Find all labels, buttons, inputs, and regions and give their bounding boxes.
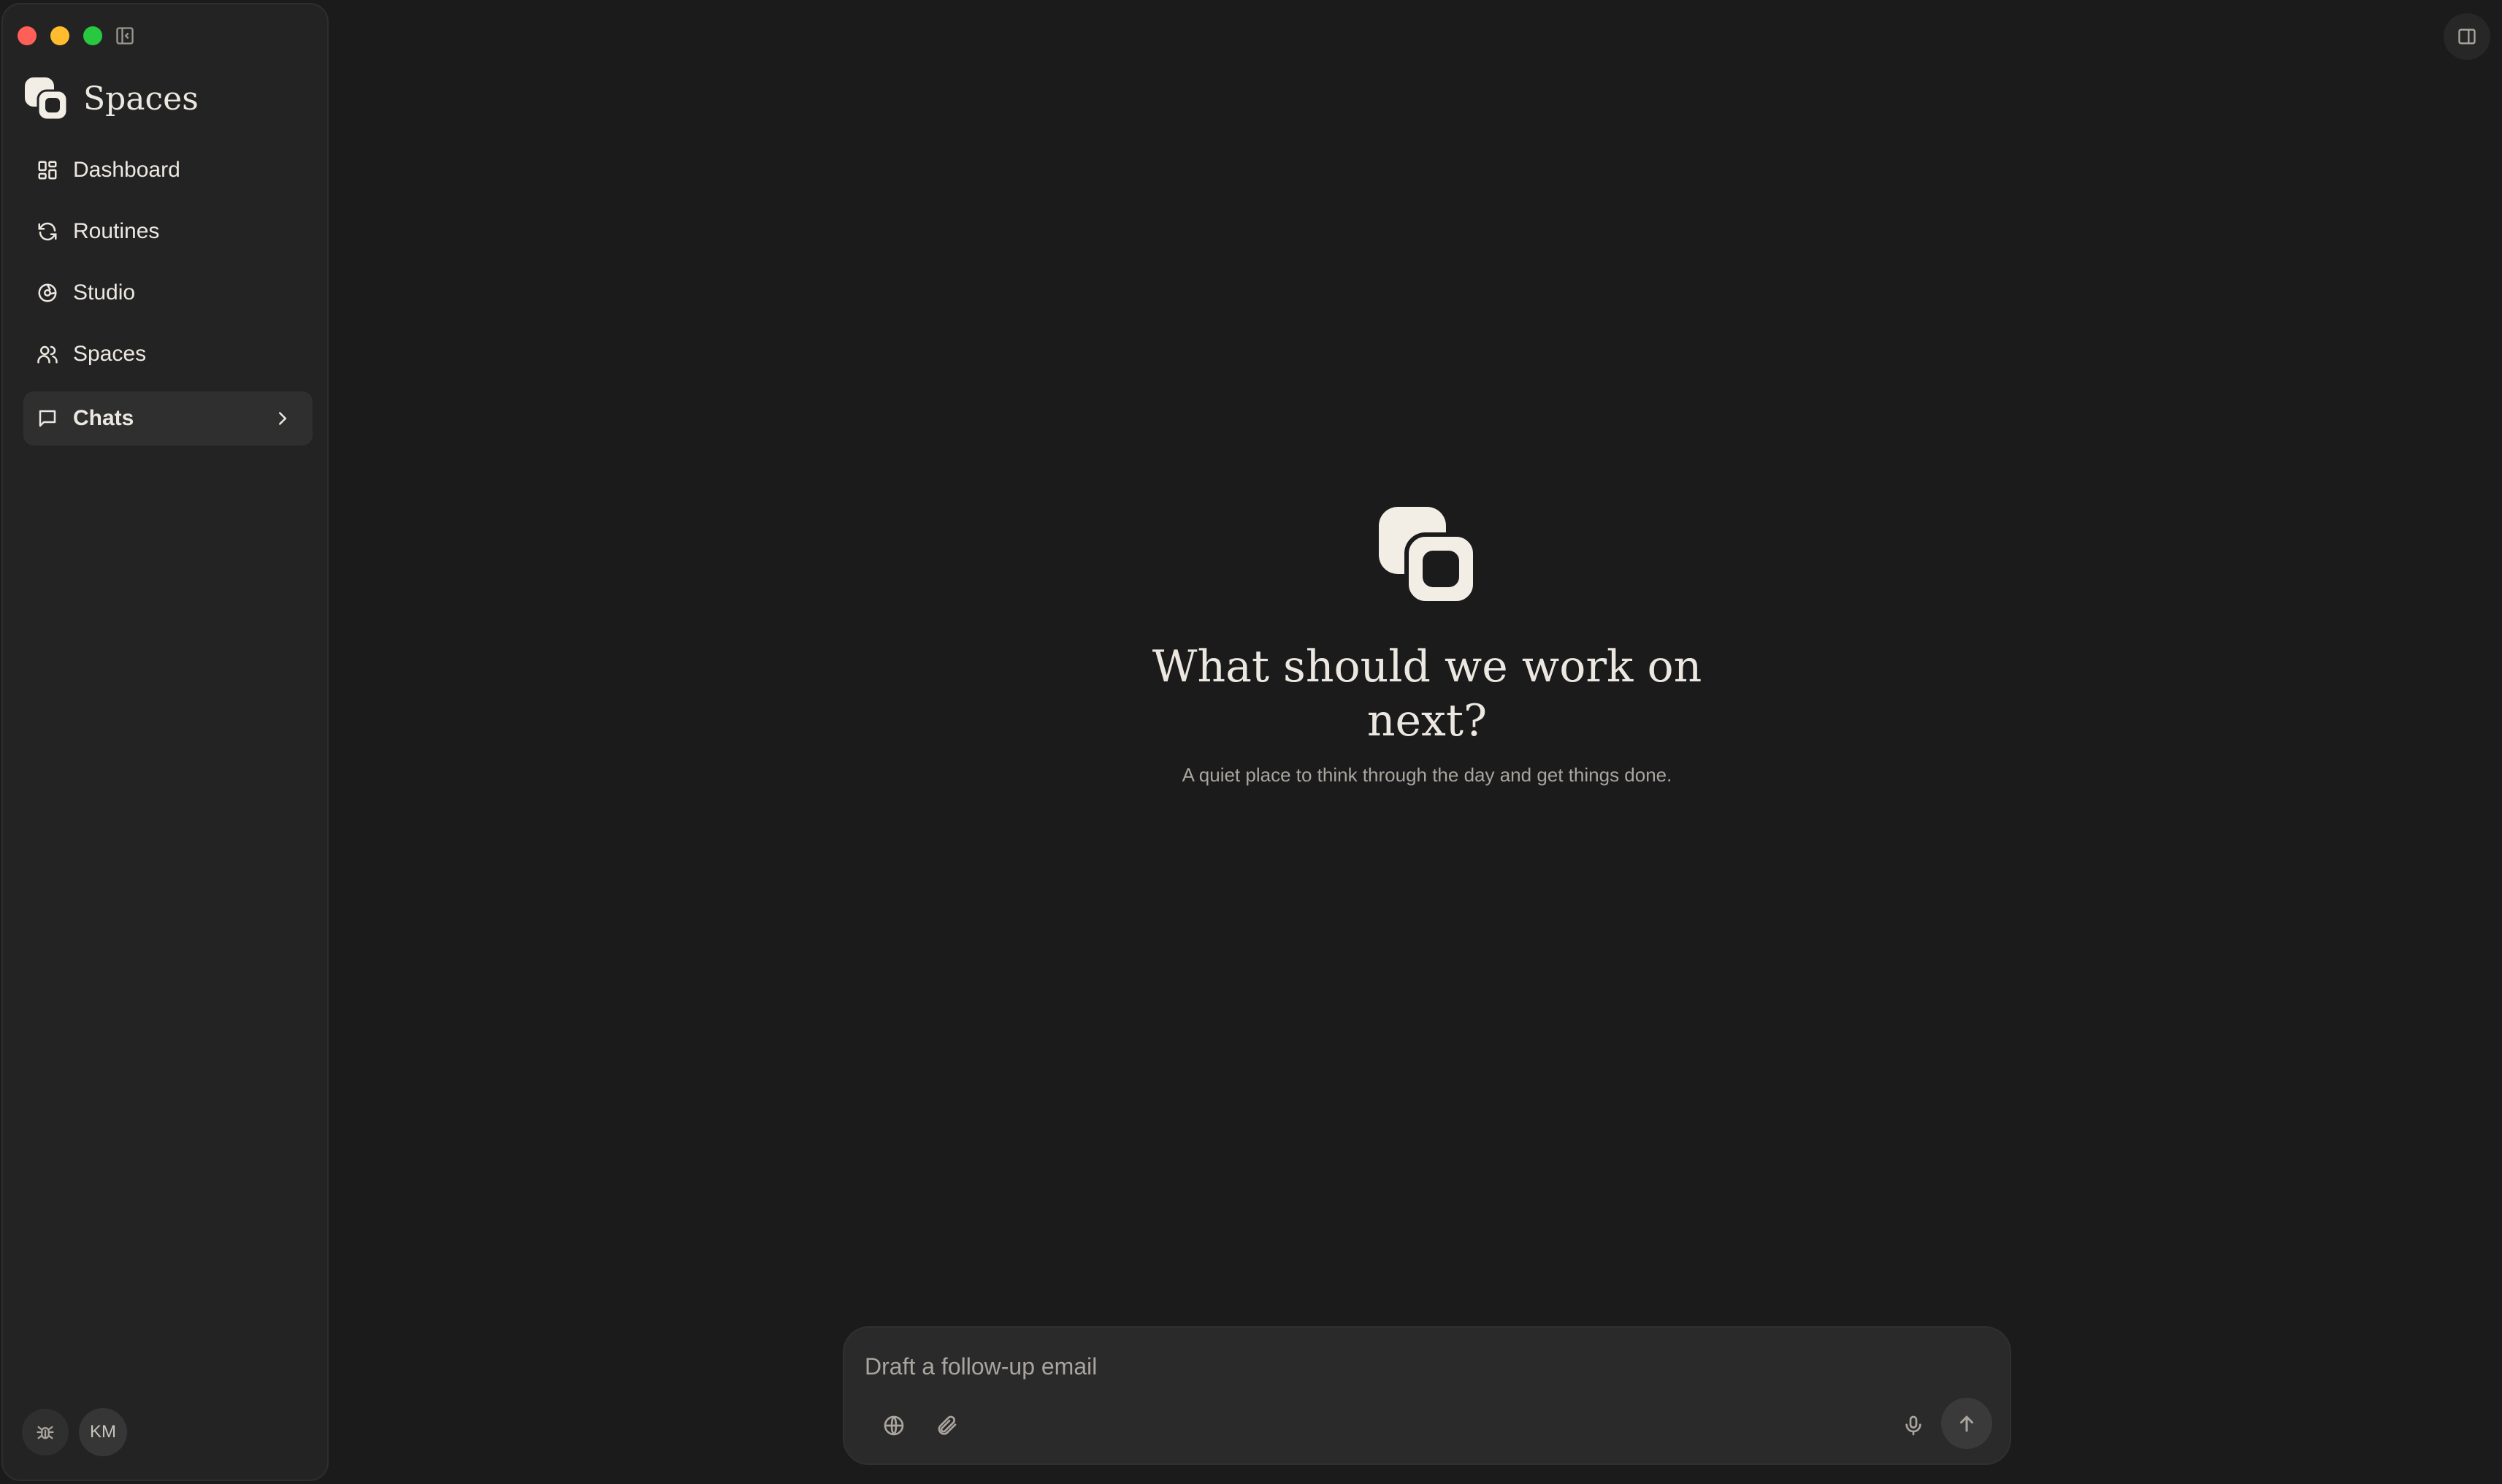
- toggle-right-panel-button[interactable]: [2444, 13, 2490, 60]
- people-icon: [37, 345, 58, 364]
- sidebar-item-dashboard[interactable]: Dashboard: [23, 143, 313, 197]
- composer: [843, 1326, 2011, 1465]
- spaces-logo-icon: [25, 77, 69, 121]
- dashboard-grid-icon: [38, 161, 57, 180]
- sidebar-item-label: Routines: [73, 219, 160, 243]
- sidebar-item-spaces[interactable]: Spaces: [23, 327, 313, 381]
- close-window-button[interactable]: [18, 26, 37, 45]
- microphone-icon: [1905, 1415, 1921, 1436]
- brand-name: Spaces: [83, 80, 199, 118]
- chat-bubble-icon: [39, 410, 56, 427]
- sidebar-item-label: Dashboard: [73, 158, 180, 182]
- sidebar-item-label: Spaces: [73, 342, 147, 366]
- brand[interactable]: Spaces: [23, 74, 199, 123]
- empty-state-subtitle: A quiet place to think through the day a…: [1182, 764, 1672, 786]
- attach-file-button[interactable]: [926, 1405, 967, 1446]
- refresh-icon: [38, 222, 57, 241]
- app-window: Spaces Dashboard Routines Studio Spaces …: [0, 0, 2502, 1484]
- empty-state-title: What should we work on next?: [1152, 641, 1702, 746]
- sidebar-item-label: Studio: [73, 280, 136, 305]
- sidebar: Spaces Dashboard Routines Studio Spaces …: [1, 3, 329, 1481]
- spaces-logo-icon: [1379, 507, 1477, 605]
- collapse-sidebar-button[interactable]: [112, 23, 137, 48]
- empty-state: What should we work on next? A quiet pla…: [1062, 504, 1792, 787]
- sidebar-item-studio[interactable]: Studio: [23, 266, 313, 320]
- sidebar-item-routines[interactable]: Routines: [23, 204, 313, 259]
- arrow-up-icon: [1960, 1415, 1973, 1432]
- zoom-window-button[interactable]: [83, 26, 102, 45]
- send-button[interactable]: [1941, 1398, 1992, 1449]
- studio-aperture-icon: [38, 283, 57, 302]
- globe-icon: [884, 1415, 904, 1436]
- message-input[interactable]: [863, 1348, 1988, 1385]
- paperclip-icon: [938, 1415, 957, 1435]
- web-search-button[interactable]: [873, 1405, 914, 1446]
- avatar[interactable]: KM: [79, 1408, 127, 1456]
- minimize-window-button[interactable]: [50, 26, 69, 45]
- voice-input-button[interactable]: [1893, 1405, 1934, 1446]
- bug-icon: [37, 1426, 54, 1439]
- panel-right-icon: [2458, 28, 2476, 45]
- sidebar-nav: Dashboard Routines Studio Spaces Chats: [23, 143, 313, 453]
- sidebar-item-chats[interactable]: Chats: [23, 391, 313, 445]
- sidebar-footer: KM: [22, 1408, 127, 1456]
- sidebar-collapse-icon: [116, 27, 134, 45]
- debug-button[interactable]: [22, 1409, 69, 1456]
- sidebar-item-label: Chats: [73, 406, 134, 430]
- chevron-right-icon: [279, 412, 287, 425]
